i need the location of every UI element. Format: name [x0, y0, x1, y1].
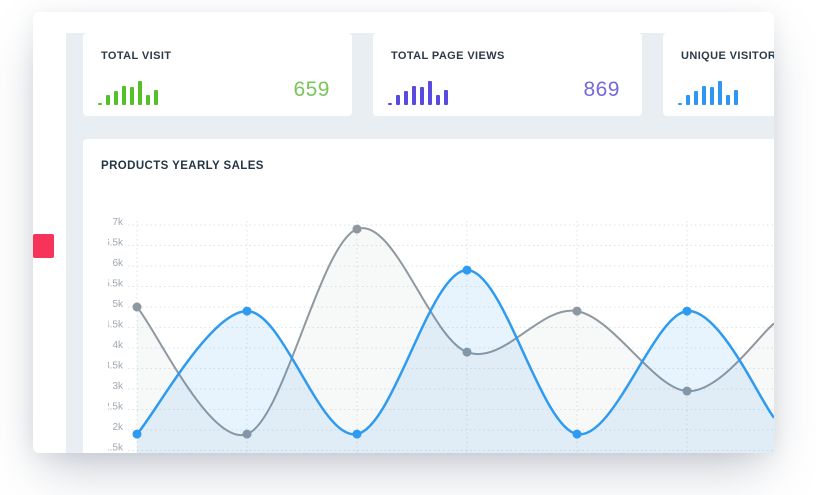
chart-data-point[interactable]: [463, 266, 472, 275]
sparkline-bar: [396, 95, 400, 105]
chart-data-point[interactable]: [353, 225, 362, 234]
sparkline-bar: [726, 95, 730, 105]
stat-card-title: TOTAL PAGE VIEWS: [391, 50, 505, 62]
sparkline-bar: [444, 90, 448, 105]
stat-card-title: TOTAL VISIT: [101, 50, 171, 62]
chart-data-point[interactable]: [133, 430, 142, 439]
y-tick-label: 5.5k: [108, 279, 124, 290]
y-tick-label: 5k: [112, 299, 124, 310]
sparkline-bar: [404, 91, 408, 105]
panel-body: TOTAL VISIT 659 TOTAL PAGE VIEWS 869 UNI…: [33, 33, 774, 453]
sparkline-bar: [686, 95, 690, 105]
stat-card-total-page-views: TOTAL PAGE VIEWS 869: [373, 33, 642, 116]
stat-card-value: 659: [293, 78, 330, 102]
sparkline-bar: [436, 95, 440, 105]
stat-cards-row: TOTAL VISIT 659 TOTAL PAGE VIEWS 869 UNI…: [83, 33, 774, 116]
sparkline-bar: [138, 81, 142, 105]
sparkline-bar: [114, 91, 118, 105]
chart-data-point[interactable]: [573, 307, 582, 316]
sparkline-bar: [154, 90, 158, 105]
chart-data-point[interactable]: [683, 307, 692, 316]
chart-title: PRODUCTS YEARLY SALES: [101, 160, 264, 172]
sparkline-bar: [718, 81, 722, 105]
y-tick-label: 3k: [112, 381, 124, 392]
sparkline-bar: [428, 81, 432, 105]
y-tick-label: 6k: [112, 258, 124, 269]
bar-sparkline-icon: [678, 79, 738, 105]
sparkline-bar: [710, 87, 714, 105]
bar-sparkline-icon: [388, 79, 448, 105]
stat-card-title: UNIQUE VISITOR: [681, 50, 774, 62]
blue-series-area: [137, 270, 774, 453]
stat-card-value: 869: [583, 78, 620, 102]
chart-data-point[interactable]: [353, 430, 362, 439]
y-tick-label: 4k: [112, 340, 124, 351]
stat-card-unique-visitor: UNIQUE VISITOR: [663, 33, 774, 116]
main-content: TOTAL VISIT 659 TOTAL PAGE VIEWS 869 UNI…: [66, 33, 774, 453]
products-yearly-sales-card: PRODUCTS YEARLY SALES 7k 6.5k 6k 5.5k 5k 4.5k…: [83, 139, 774, 453]
top-header-bar: [33, 12, 774, 33]
sparkline-bar: [98, 103, 102, 105]
sparkline-bar: [130, 87, 134, 105]
stat-card-total-visit: TOTAL VISIT 659: [83, 33, 352, 116]
bar-sparkline-icon: [98, 79, 158, 105]
sparkline-bar: [694, 91, 698, 105]
dashboard-panel: TOTAL VISIT 659 TOTAL PAGE VIEWS 869 UNI…: [33, 12, 774, 453]
y-tick-label: 7k: [112, 217, 124, 228]
y-tick-label: 1.5k: [108, 443, 124, 454]
sparkline-bar: [734, 90, 738, 105]
chart-data-point[interactable]: [243, 307, 252, 316]
chart-data-point[interactable]: [133, 303, 142, 312]
sidebar-nav: [33, 33, 66, 453]
y-tick-label: 2k: [112, 422, 124, 433]
y-tick-label: 6.5k: [108, 238, 124, 249]
chart-data-point[interactable]: [573, 430, 582, 439]
sparkline-bar: [678, 103, 682, 105]
sparkline-bar: [388, 103, 392, 105]
sparkline-bar: [122, 86, 126, 105]
sparkline-bar: [146, 95, 150, 105]
page-background: TOTAL VISIT 659 TOTAL PAGE VIEWS 869 UNI…: [0, 0, 816, 495]
sales-line-chart: 7k 6.5k 6k 5.5k 5k 4.5k 4k 3.5k 3k 2.5k 2k 1.5k: [108, 213, 774, 453]
y-tick-label: 4.5k: [108, 320, 124, 331]
y-tick-label: 3.5k: [108, 361, 124, 372]
active-nav-indicator[interactable]: [33, 234, 54, 258]
sparkline-bar: [106, 95, 110, 105]
sparkline-bar: [412, 86, 416, 105]
sparkline-bar: [420, 87, 424, 105]
y-tick-label: 2.5k: [108, 402, 124, 413]
sparkline-bar: [702, 86, 706, 105]
